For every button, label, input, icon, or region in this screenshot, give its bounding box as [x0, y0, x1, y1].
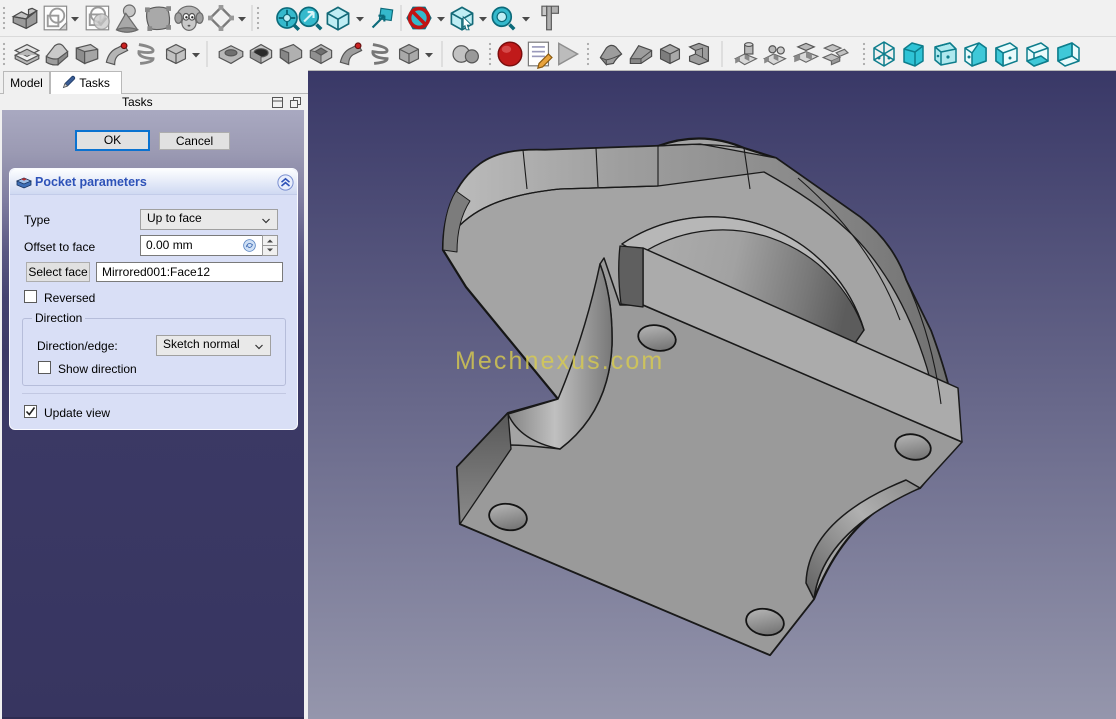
- svg-text:Mechnexus.com: Mechnexus.com: [455, 347, 664, 375]
